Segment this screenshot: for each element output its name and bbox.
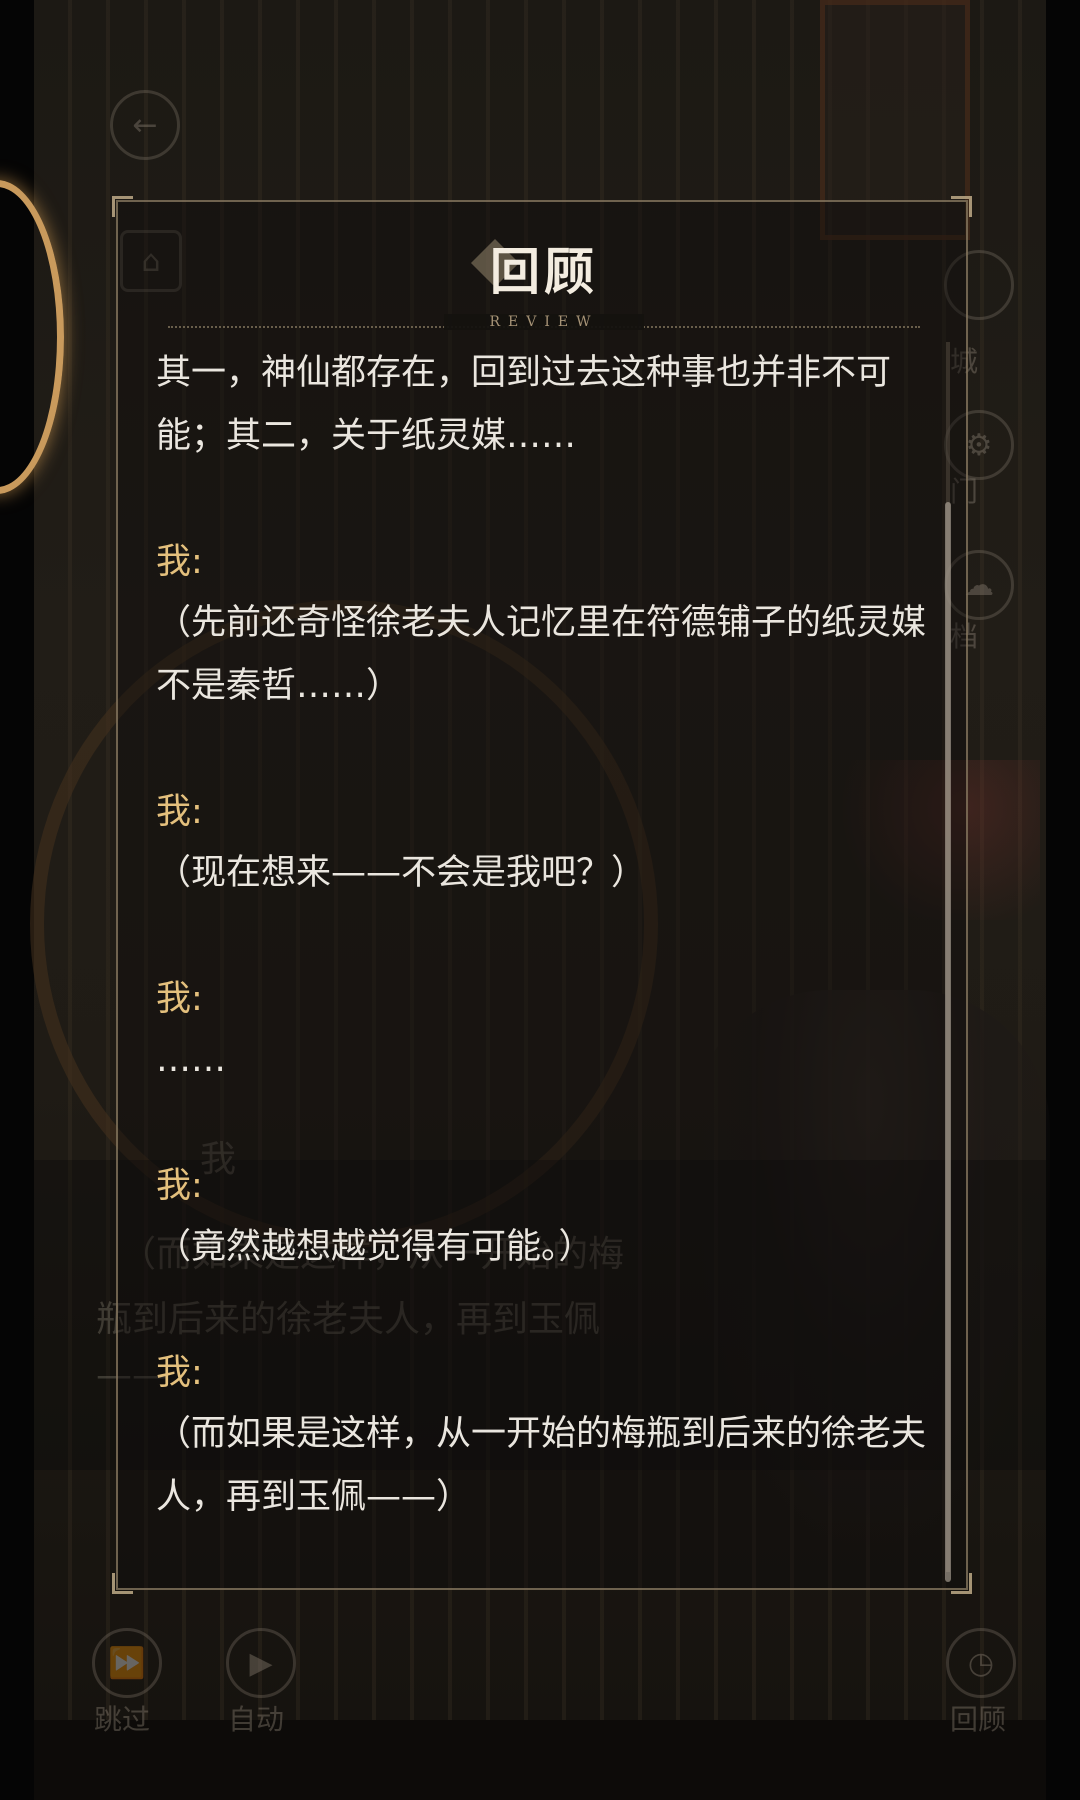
panel-corner (951, 196, 972, 217)
skip-label[interactable]: 跳过 (94, 1698, 150, 1738)
scrollbar-thumb[interactable] (945, 502, 951, 1582)
speaker-name: 我: (156, 979, 203, 1019)
skip-icon[interactable]: ⏩ (92, 1628, 162, 1698)
panel-corner (951, 1573, 972, 1594)
panel-corner (112, 196, 133, 217)
speaker-name: 我: (156, 542, 203, 582)
review-subtitle: REVIEW (444, 314, 644, 330)
review-label[interactable]: 回顾 (950, 1698, 1006, 1738)
game-screen: ← ⌂ 城 ⚙ 门 ☁ 档 我 （而如果是这样，从一开始的梅 瓶到后来的徐老夫人… (0, 0, 1080, 1800)
review-entry: 我: …… (156, 969, 926, 1092)
auto-play-icon[interactable]: ▶ (226, 1628, 296, 1698)
review-entry: 我: （现在想来——不会是我吧？） (156, 782, 926, 905)
auto-label[interactable]: 自动 (228, 1698, 284, 1738)
review-line: （现在想来——不会是我吧？） (156, 853, 647, 893)
review-line: 其一，神仙都存在，回到过去这种事也并非不可能；其二，关于纸灵媒…… (156, 353, 892, 456)
review-line: （竟然越想越觉得有可能。） (156, 1227, 594, 1267)
speaker-name: 我: (156, 792, 203, 832)
history-clock-icon[interactable]: ◷ (946, 1628, 1016, 1698)
review-log[interactable]: 其一，神仙都存在，回到过去这种事也并非不可能；其二，关于纸灵媒…… 我: （先前… (156, 342, 926, 1572)
review-panel: 回顾 REVIEW 其一，神仙都存在，回到过去这种事也并非不可能；其二，关于纸灵… (112, 196, 972, 1594)
panel-corner (112, 1573, 133, 1594)
speaker-name: 我: (156, 1353, 203, 1393)
review-entry: 其一，神仙都存在，回到过去这种事也并非不可能；其二，关于纸灵媒…… (156, 342, 926, 468)
review-entry: 我: （而如果是这样，从一开始的梅瓶到后来的徐老夫人，再到玉佩——） (156, 1343, 926, 1529)
review-line: …… (156, 1040, 226, 1080)
bottom-strip (34, 1720, 1046, 1800)
speaker-name: 我: (156, 1166, 203, 1206)
review-title: 回顾 (490, 242, 598, 301)
back-icon[interactable]: ← (110, 90, 180, 160)
review-entry: 我: （竟然越想越觉得有可能。） (156, 1156, 926, 1279)
review-line: （而如果是这样，从一开始的梅瓶到后来的徐老夫人，再到玉佩——） (156, 1414, 926, 1517)
review-entry: 我: （先前还奇怪徐老夫人记忆里在符德铺子的纸灵媒不是秦哲……） (156, 532, 926, 718)
review-line: （先前还奇怪徐老夫人记忆里在符德铺子的纸灵媒不是秦哲……） (156, 603, 926, 706)
